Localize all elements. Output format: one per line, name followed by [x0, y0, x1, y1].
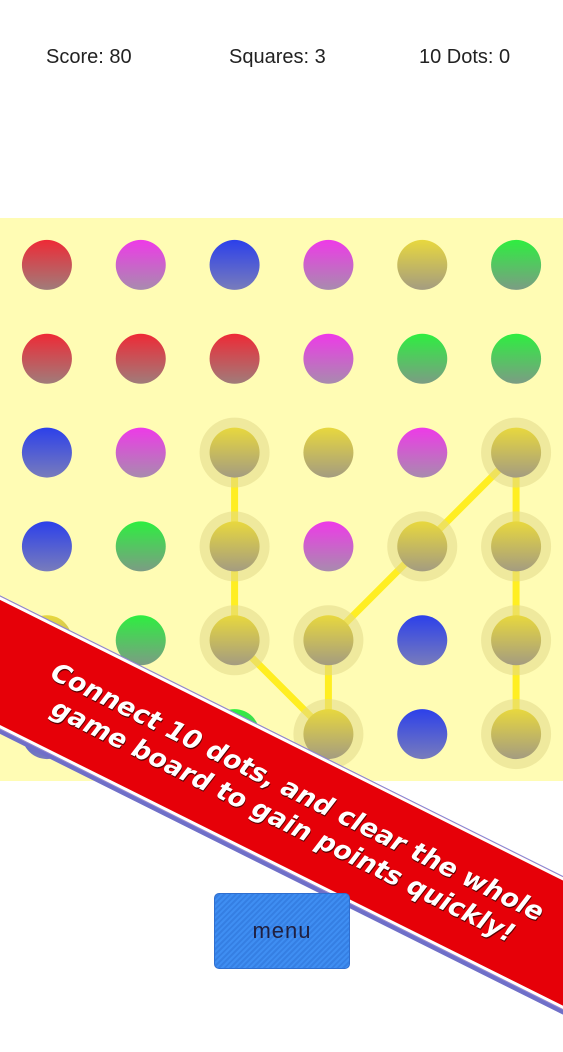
score-label: Score: 80 — [46, 46, 132, 68]
dot-circle[interactable] — [115, 333, 166, 384]
dot-yellow-r2c5[interactable] — [481, 417, 552, 488]
dot-blue-r3c0[interactable] — [21, 521, 72, 572]
dot-circle[interactable] — [303, 615, 354, 666]
dot-yellow-r4c2[interactable] — [199, 605, 270, 676]
dot-magenta-r3c3[interactable] — [303, 521, 354, 572]
dot-yellow-r0c4[interactable] — [397, 239, 448, 290]
dot-circle[interactable] — [491, 615, 542, 666]
dot-green-r3c1[interactable] — [115, 521, 166, 572]
dot-circle[interactable] — [21, 239, 72, 290]
dot-green-r1c5[interactable] — [491, 333, 542, 384]
dot-blue-r5c4[interactable] — [397, 709, 448, 760]
dot-blue-r4c4[interactable] — [397, 615, 448, 666]
dot-circle[interactable] — [209, 427, 260, 478]
dot-circle[interactable] — [491, 709, 542, 760]
dot-circle[interactable] — [209, 333, 260, 384]
link-lines — [231, 449, 520, 738]
dot-yellow-r4c5[interactable] — [481, 605, 552, 676]
ten-dots-label: 10 Dots: 0 — [419, 46, 511, 68]
dot-yellow-r2c3[interactable] — [303, 427, 354, 478]
dot-magenta-r0c3[interactable] — [303, 239, 354, 290]
dot-green-r1c4[interactable] — [397, 333, 448, 384]
dot-yellow-r3c4[interactable] — [387, 511, 458, 582]
dot-yellow-r3c5[interactable] — [481, 511, 552, 582]
dot-circle[interactable] — [397, 427, 448, 478]
dot-circle[interactable] — [397, 615, 448, 666]
dot-circle[interactable] — [491, 239, 542, 290]
dot-magenta-r1c3[interactable] — [303, 333, 354, 384]
dot-circle[interactable] — [115, 427, 166, 478]
menu-button[interactable]: menu — [214, 893, 350, 969]
dot-circle[interactable] — [21, 427, 72, 478]
dot-circle[interactable] — [303, 427, 354, 478]
dot-circle[interactable] — [21, 333, 72, 384]
dot-yellow-r4c3[interactable] — [293, 605, 364, 676]
dot-yellow-r2c2[interactable] — [199, 417, 270, 488]
dot-yellow-r3c2[interactable] — [199, 511, 270, 582]
dot-blue-r0c2[interactable] — [209, 239, 260, 290]
dot-magenta-r0c1[interactable] — [115, 239, 166, 290]
dot-circle[interactable] — [491, 521, 542, 572]
dot-circle[interactable] — [491, 333, 542, 384]
squares-label: Squares: 3 — [229, 46, 326, 68]
dot-circle[interactable] — [209, 615, 260, 666]
dot-circle[interactable] — [209, 521, 260, 572]
dot-circle[interactable] — [21, 521, 72, 572]
dot-circle[interactable] — [397, 239, 448, 290]
dot-magenta-r2c1[interactable] — [115, 427, 166, 478]
dot-circle[interactable] — [491, 427, 542, 478]
dot-circle[interactable] — [303, 239, 354, 290]
dot-magenta-r2c4[interactable] — [397, 427, 448, 478]
dot-circle[interactable] — [303, 521, 354, 572]
dot-circle[interactable] — [397, 521, 448, 572]
dot-yellow-r5c5[interactable] — [481, 699, 552, 770]
dot-blue-r2c0[interactable] — [21, 427, 72, 478]
dot-circle[interactable] — [397, 333, 448, 384]
dot-circle[interactable] — [397, 709, 448, 760]
dot-red-r1c1[interactable] — [115, 333, 166, 384]
dot-red-r1c0[interactable] — [21, 333, 72, 384]
dot-circle[interactable] — [115, 521, 166, 572]
dot-red-r1c2[interactable] — [209, 333, 260, 384]
dot-circle[interactable] — [303, 333, 354, 384]
dot-circle[interactable] — [209, 239, 260, 290]
dot-red-r0c0[interactable] — [21, 239, 72, 290]
dot-circle[interactable] — [115, 239, 166, 290]
hud-bar: Score: 80 Squares: 3 10 Dots: 0 — [0, 46, 563, 76]
dot-green-r0c5[interactable] — [491, 239, 542, 290]
